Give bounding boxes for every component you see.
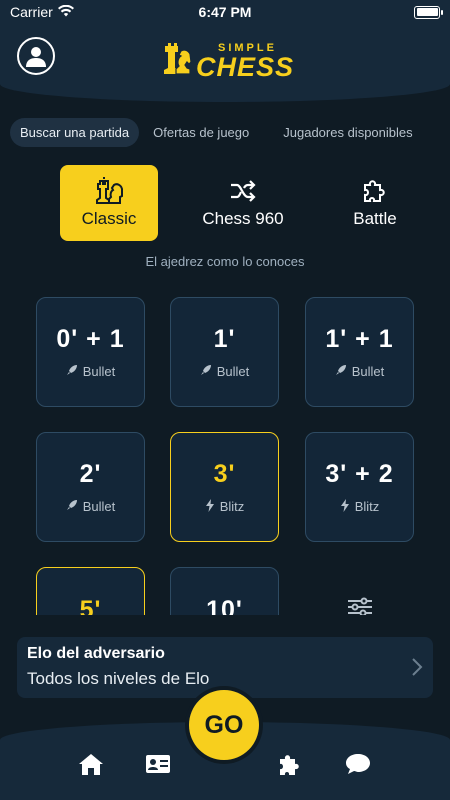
shuffle-icon xyxy=(229,177,257,205)
home-icon[interactable] xyxy=(78,752,104,776)
user-circle-icon[interactable] xyxy=(17,37,55,75)
rocket-icon xyxy=(66,499,78,514)
lightning-icon xyxy=(340,498,350,515)
mode-battle-label: Battle xyxy=(353,209,397,228)
logo-big-text: CHESS xyxy=(196,51,295,82)
tile-type-label: Bullet xyxy=(216,364,250,379)
chess-knight-logo-icon xyxy=(160,38,192,83)
time-control-tile[interactable]: 1' Bullet xyxy=(170,297,279,407)
tile-time-label: 2' xyxy=(79,460,102,488)
elo-value: Todos los niveles de Elo xyxy=(27,669,210,688)
tab-ofertas-juego[interactable]: Ofertas de juego xyxy=(143,118,259,147)
time-control-tile[interactable]: 10' xyxy=(170,567,279,615)
time-control-tile[interactable]: 0' + 1 Bullet xyxy=(36,297,145,407)
go-button[interactable]: GO xyxy=(189,690,259,760)
wifi-icon xyxy=(57,4,74,20)
time-control-grid: 0' + 1 Bullet 1' Bullet 1' + 1 Bullet 2'… xyxy=(0,295,450,615)
id-card-icon[interactable] xyxy=(145,752,171,776)
status-bar: Carrier 6:47 PM xyxy=(0,0,450,24)
tab-bar: Buscar una partida Ofertas de juego Juga… xyxy=(10,118,440,147)
tile-type-label: Blitz xyxy=(354,499,380,514)
lightning-icon xyxy=(205,498,215,515)
elo-title: Elo del adversario xyxy=(27,645,165,662)
mode-chess960-label: Chess 960 xyxy=(202,209,284,228)
tile-type-label: Bullet xyxy=(351,364,385,379)
rocket-icon xyxy=(66,364,78,379)
time-control-tile[interactable]: 3' + 2 Blitz xyxy=(305,432,414,542)
carrier-label: Carrier xyxy=(10,4,53,20)
opponent-elo-selector[interactable]: Elo del adversario Todos los niveles de … xyxy=(17,637,433,698)
tile-time-label: 5' xyxy=(79,596,102,615)
mode-classic-button[interactable]: Classic xyxy=(60,165,158,241)
sliders-icon[interactable] xyxy=(340,595,380,615)
tile-type-label: Bullet xyxy=(82,499,116,514)
tile-type-label: Bullet xyxy=(82,364,116,379)
time-control-tile[interactable]: 1' + 1 Bullet xyxy=(305,297,414,407)
chat-bubble-icon[interactable] xyxy=(345,752,371,776)
game-mode-selector: Classic Chess 960 Battle xyxy=(60,165,424,241)
mode-description: El ajedrez como lo conoces xyxy=(145,254,305,269)
puzzle-icon xyxy=(361,177,389,205)
time-control-tile-selected[interactable]: 3' Blitz xyxy=(170,432,279,542)
rocket-icon xyxy=(335,364,347,379)
time-control-tile-selected[interactable]: 5' xyxy=(36,567,145,615)
mode-classic-label: Classic xyxy=(81,209,137,228)
tile-time-label: 10' xyxy=(206,596,243,615)
time-control-tile[interactable]: 2' Bullet xyxy=(36,432,145,542)
mode-chess960-button[interactable]: Chess 960 xyxy=(194,165,292,241)
tile-type-label: Blitz xyxy=(219,499,245,514)
tile-time-label: 0' + 1 xyxy=(56,325,125,353)
battery-icon xyxy=(414,5,443,19)
tab-jugadores-disponibles[interactable]: Jugadores disponibles xyxy=(273,118,422,147)
tab-buscar-partida[interactable]: Buscar una partida xyxy=(10,118,140,147)
app-logo: SIMPLE CHESS xyxy=(160,38,294,83)
chess-pieces-icon xyxy=(94,177,124,205)
rocket-icon xyxy=(200,364,212,379)
tile-time-label: 1' xyxy=(213,325,236,353)
chevron-right-icon xyxy=(411,657,423,682)
tile-time-label: 1' + 1 xyxy=(325,325,394,353)
puzzle-icon[interactable] xyxy=(277,752,303,776)
tile-time-label: 3' + 2 xyxy=(325,459,394,488)
mode-battle-button[interactable]: Battle xyxy=(326,165,424,241)
tile-time-label: 3' xyxy=(213,459,236,488)
